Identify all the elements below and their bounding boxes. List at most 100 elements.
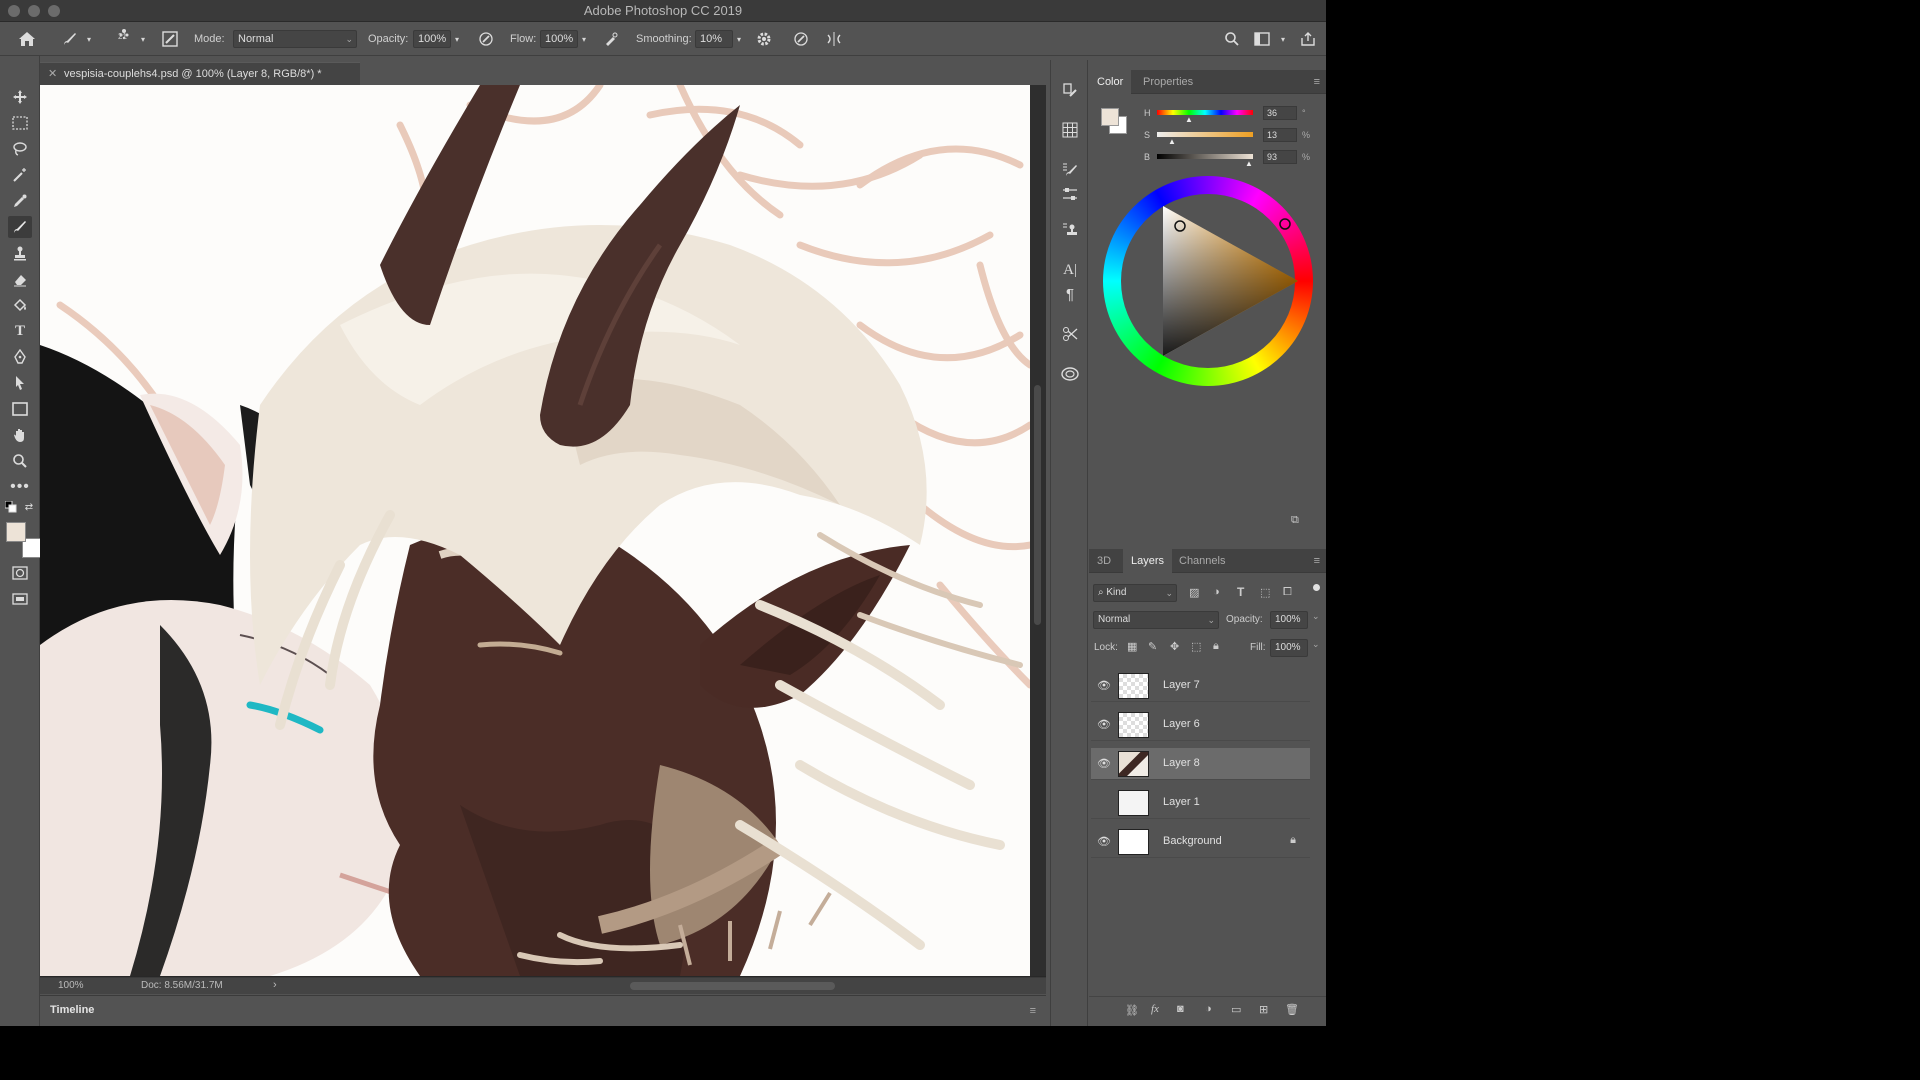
lock-image-pixels-icon[interactable]: ✎	[1148, 640, 1157, 653]
tab-layers[interactable]: Layers	[1123, 549, 1173, 573]
quick-mask-icon[interactable]	[8, 562, 32, 584]
search-icon[interactable]	[1222, 29, 1242, 49]
path-selection-tool-icon[interactable]	[8, 372, 32, 394]
layer-style-icon[interactable]: fx	[1151, 1003, 1159, 1015]
filter-toggle-icon[interactable]	[1313, 584, 1320, 591]
smoothing-input[interactable]: 10%	[695, 30, 733, 48]
default-colors-icon[interactable]	[4, 500, 18, 514]
eye-icon[interactable]: 👁︎	[1097, 679, 1111, 693]
lock-all-icon[interactable]: 🔒︎	[1213, 640, 1219, 653]
hue-slider-handle-icon[interactable]: ▲	[1185, 115, 1193, 124]
share-icon[interactable]	[1298, 29, 1318, 49]
layer-row[interactable]: 👁︎ Background 🔒︎	[1091, 826, 1310, 858]
marquee-tool-icon[interactable]	[8, 112, 32, 134]
brushes-icon[interactable]	[1060, 160, 1080, 180]
eye-icon[interactable]: 👁︎	[1097, 835, 1111, 849]
hand-tool-icon[interactable]	[8, 424, 32, 446]
smart-object-filter-icon[interactable]: ⧠	[1283, 586, 1292, 599]
hue-ring-handle[interactable]	[1279, 218, 1291, 230]
new-layer-icon[interactable]: ⊞	[1259, 1003, 1268, 1016]
horizontal-scroll-thumb[interactable]	[630, 982, 835, 990]
lasso-tool-icon[interactable]	[8, 138, 32, 160]
screen-mode-icon[interactable]	[8, 588, 32, 610]
new-group-icon[interactable]: ▭	[1231, 1003, 1241, 1016]
eyedropper-tool-icon[interactable]	[8, 190, 32, 212]
gear-icon[interactable]	[754, 29, 774, 49]
shape-layer-filter-icon[interactable]: ⬚	[1260, 586, 1270, 599]
blend-mode-select[interactable]: Normal ⌄	[1093, 611, 1219, 629]
vertical-scrollbar[interactable]	[1030, 85, 1046, 976]
tab-properties[interactable]: Properties	[1135, 70, 1201, 94]
trash-icon[interactable]: 🗑︎	[1285, 1003, 1299, 1016]
color-wheel[interactable]	[1103, 176, 1313, 386]
eraser-tool-icon[interactable]	[8, 268, 32, 290]
lock-position-icon[interactable]: ✥	[1170, 640, 1179, 653]
character-panel-icon[interactable]: A|	[1060, 260, 1080, 280]
layer-row[interactable]: 👁︎ Layer 1	[1091, 787, 1310, 819]
brush-settings-panel-icon[interactable]	[160, 30, 180, 48]
opacity-input[interactable]: 100%	[413, 30, 451, 48]
flow-input[interactable]: 100%	[540, 30, 578, 48]
zoom-window-button[interactable]	[48, 5, 60, 17]
type-layer-filter-icon[interactable]: T	[1237, 585, 1244, 599]
lock-icon[interactable]: 🔒︎	[1290, 834, 1296, 847]
zoom-level[interactable]: 100%	[58, 980, 84, 991]
layer-row[interactable]: 👁︎ Layer 7	[1091, 670, 1310, 702]
adjustment-layer-filter-icon[interactable]: ◑	[1213, 586, 1220, 598]
swap-colors-icon[interactable]: ⇄	[22, 500, 36, 514]
magic-wand-tool-icon[interactable]	[8, 164, 32, 186]
fill-input[interactable]: 100%	[1270, 639, 1308, 657]
adjustments-icon[interactable]	[1060, 184, 1080, 204]
panel-menu-icon[interactable]: ≡	[1030, 1005, 1036, 1017]
tab-channels[interactable]: Channels	[1171, 549, 1233, 573]
brightness-slider-handle-icon[interactable]: ▲	[1245, 159, 1253, 168]
tool-presets-icon[interactable]	[1060, 324, 1080, 344]
link-layers-icon[interactable]: ⛓︎	[1125, 1004, 1139, 1017]
clone-stamp-tool-icon[interactable]	[8, 242, 32, 264]
brightness-value[interactable]: 93	[1263, 150, 1297, 164]
history-icon[interactable]	[1060, 80, 1080, 100]
eye-icon[interactable]: 👁︎	[1097, 718, 1111, 732]
chevron-down-icon[interactable]: ⌄	[1312, 639, 1320, 650]
pen-tool-icon[interactable]	[8, 346, 32, 368]
panel-menu-icon[interactable]: ≡	[1314, 555, 1320, 567]
panel-options-icon[interactable]: ⧉	[1291, 514, 1299, 527]
chevron-down-icon[interactable]: ▾	[734, 30, 744, 48]
brush-tool-icon[interactable]	[8, 216, 32, 238]
chevron-down-icon[interactable]: ▾	[452, 30, 462, 48]
paint-bucket-tool-icon[interactable]	[8, 294, 32, 316]
saturation-slider-handle-icon[interactable]: ▲	[1168, 137, 1176, 146]
lock-artboard-icon[interactable]: ⬚	[1191, 640, 1201, 653]
lock-transparent-pixels-icon[interactable]: ▦	[1127, 640, 1137, 653]
tab-3d[interactable]: 3D	[1089, 549, 1119, 573]
layer-opacity-input[interactable]: 100%	[1270, 611, 1308, 629]
chevron-down-icon[interactable]: ⌄	[1312, 611, 1320, 622]
layer-row-selected[interactable]: 👁︎ Layer 8	[1091, 748, 1310, 780]
layer-filter-select[interactable]: ⌕ Kind ⌄	[1093, 584, 1177, 602]
chevron-down-icon[interactable]: ▾	[84, 30, 94, 48]
rectangle-tool-icon[interactable]	[8, 398, 32, 420]
airbrush-icon[interactable]	[601, 30, 621, 48]
mode-select[interactable]: Normal ⌄	[233, 30, 357, 48]
document-canvas[interactable]	[40, 85, 1030, 976]
workspace-icon[interactable]	[1252, 29, 1272, 49]
pixel-layer-filter-icon[interactable]: ▨	[1189, 586, 1199, 599]
foreground-color-swatch[interactable]	[6, 522, 26, 542]
saturation-value[interactable]: 13	[1263, 128, 1297, 142]
color-triangle[interactable]	[1103, 176, 1313, 386]
close-tab-icon[interactable]: ✕	[48, 63, 57, 85]
hue-slider[interactable]	[1157, 110, 1253, 115]
close-window-button[interactable]	[8, 5, 20, 17]
zoom-tool-icon[interactable]	[8, 450, 32, 472]
eye-icon[interactable]: 👁︎	[1097, 757, 1111, 771]
chevron-down-icon[interactable]: ▾	[579, 30, 589, 48]
pressure-opacity-icon[interactable]	[476, 30, 496, 48]
add-mask-icon[interactable]: ◙	[1177, 1003, 1184, 1015]
more-tools-icon[interactable]: •••	[8, 476, 32, 498]
paragraph-panel-icon[interactable]: ¶	[1060, 284, 1080, 304]
document-size-info[interactable]: Doc: 8.56M/31.7M	[141, 980, 223, 991]
vertical-scroll-thumb[interactable]	[1034, 385, 1041, 625]
minimize-window-button[interactable]	[28, 5, 40, 17]
chevron-right-icon[interactable]: ›	[273, 979, 277, 991]
type-tool-icon[interactable]: T	[8, 320, 32, 342]
